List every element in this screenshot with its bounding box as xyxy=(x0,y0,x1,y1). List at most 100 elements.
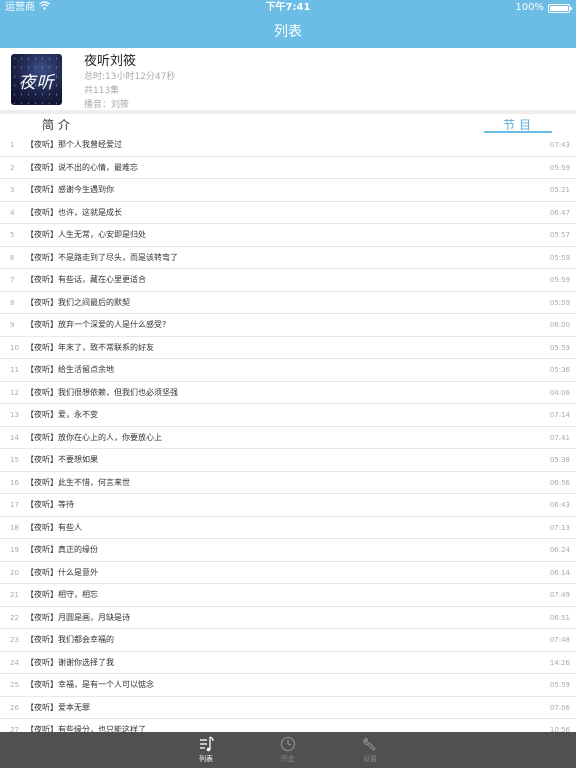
episode-number: 16 xyxy=(10,478,19,487)
episode-duration: 07:06 xyxy=(549,703,570,712)
episode-row[interactable]: 13 【夜听】爱，永不变 07:14 xyxy=(0,404,576,427)
episode-number: 10 xyxy=(10,343,19,352)
episode-row[interactable]: 11 【夜听】给生活留点余地 05:36 xyxy=(0,359,576,382)
album-title: 夜听刘筱 xyxy=(84,54,137,69)
episode-duration: 08:00 xyxy=(549,321,570,329)
episode-number: 11 xyxy=(10,366,19,374)
episode-number: 7 xyxy=(10,276,15,284)
episode-row[interactable]: 9 【夜听】放弃一个深爱的人是什么感受? 08:00 xyxy=(0,314,576,337)
episode-title: 【夜听】什么是意外 xyxy=(26,567,98,577)
album-episode-count: 共113集 xyxy=(84,86,120,96)
tab-active-indicator xyxy=(484,131,552,133)
battery-percent: 100% xyxy=(515,2,544,13)
episode-number: 5 xyxy=(10,231,15,239)
episode-number: 14 xyxy=(10,433,19,442)
episode-duration: 06:51 xyxy=(549,613,570,622)
episode-title: 【夜听】也许，这就是成长 xyxy=(26,207,122,217)
status-time: 下午7:41 xyxy=(265,2,311,13)
episode-title: 【夜听】人生无常，心安即是归处 xyxy=(26,230,146,239)
episode-duration: 10:56 xyxy=(549,726,570,732)
episode-duration: 05:21 xyxy=(549,186,570,194)
episode-duration: 07:14 xyxy=(549,411,570,419)
tab-bar: 列表 历史 设置 xyxy=(0,732,576,768)
episode-title: 【夜听】谢谢你选择了我 xyxy=(26,657,114,667)
episode-duration: 06:56 xyxy=(549,478,570,487)
episode-duration: 05:59 xyxy=(549,163,570,172)
episode-row[interactable]: 1 【夜听】那个人我曾经爱过 07:43 xyxy=(0,134,576,157)
episode-row[interactable]: 3 【夜听】感谢今生遇到你 05:21 xyxy=(0,179,576,202)
episode-row[interactable]: 2 【夜听】说不出的心情，最难忘 05:59 xyxy=(0,157,576,179)
episode-row[interactable]: 27 【夜听】有些缘分，也只能这样了 10:56 xyxy=(0,719,576,732)
episode-row[interactable]: 10 【夜听】年末了，致不常联系的好友 05:59 xyxy=(0,337,576,359)
episode-duration: 07:49 xyxy=(549,591,570,599)
episode-number: 4 xyxy=(10,208,15,217)
episode-number: 21 xyxy=(10,591,19,599)
episode-row[interactable]: 19 【夜听】真正的缘份 06:24 xyxy=(0,539,576,562)
episode-row[interactable]: 24 【夜听】谢谢你选择了我 14:26 xyxy=(0,652,576,674)
episode-number: 19 xyxy=(10,546,19,554)
episode-title: 【夜听】此生不惜，何言来世 xyxy=(26,477,130,487)
episode-row[interactable]: 4 【夜听】也许，这就是成长 06:47 xyxy=(0,202,576,224)
episode-duration: 05:59 xyxy=(549,298,570,307)
episode-row[interactable]: 17 【夜听】等待 06:43 xyxy=(0,494,576,517)
episode-title: 【夜听】爱，永不变 xyxy=(26,410,98,419)
episode-row[interactable]: 7 【夜听】有些话，藏在心里更适合 05:59 xyxy=(0,269,576,292)
episode-row[interactable]: 8 【夜听】我们之间最后的默契 05:59 xyxy=(0,292,576,314)
status-bar: 运营商 下午7:41 100% xyxy=(0,0,576,16)
episode-duration: 04:06 xyxy=(549,388,570,397)
episode-title: 【夜听】感谢今生遇到你 xyxy=(26,185,114,194)
episode-number: 23 xyxy=(10,636,19,644)
episode-duration: 14:26 xyxy=(549,658,570,667)
tabbar-settings[interactable]: 设置 xyxy=(340,734,400,764)
episode-number: 9 xyxy=(10,321,15,329)
episode-number: 3 xyxy=(10,186,15,194)
episode-duration: 07:48 xyxy=(549,636,570,644)
episode-title: 【夜听】那个人我曾经爱过 xyxy=(26,140,122,149)
episode-row[interactable]: 16 【夜听】此生不惜，何言来世 06:56 xyxy=(0,472,576,494)
episode-row[interactable]: 15 【夜听】不要想如果 05:38 xyxy=(0,449,576,472)
episode-duration: 05:36 xyxy=(549,366,570,374)
episode-row[interactable]: 14 【夜听】放你在心上的人，你要放心上 07:41 xyxy=(0,427,576,449)
episode-row[interactable]: 23 【夜听】我们都会幸福的 07:48 xyxy=(0,629,576,652)
episode-number: 1 xyxy=(10,141,15,149)
album-info: 夜听刘筱 总时:13小时12分47秒 共113集 播音：刘筱 xyxy=(84,54,175,112)
episode-title: 【夜听】等待 xyxy=(26,500,74,509)
episode-title: 【夜听】我们很想依赖，但我们也必须坚强 xyxy=(26,387,178,397)
episode-row[interactable]: 26 【夜听】爱本无罪 07:06 xyxy=(0,697,576,719)
episode-title: 【夜听】给生活留点余地 xyxy=(26,365,114,374)
tabbar-settings-label: 设置 xyxy=(363,755,377,763)
episode-row[interactable]: 22 【夜听】月圆是画，月缺是诗 06:51 xyxy=(0,607,576,629)
tabbar-list[interactable]: 列表 xyxy=(176,734,236,764)
tabbar-history-label: 历史 xyxy=(281,755,295,763)
episode-title: 【夜听】我们都会幸福的 xyxy=(26,635,114,644)
episode-duration: 06:14 xyxy=(549,568,570,577)
album-header: 夜听 夜听刘筱 总时:13小时12分47秒 共113集 播音：刘筱 xyxy=(0,48,576,110)
episode-number: 27 xyxy=(10,726,19,732)
episode-title: 【夜听】爱本无罪 xyxy=(26,702,90,712)
episode-row[interactable]: 20 【夜听】什么是意外 06:14 xyxy=(0,562,576,584)
episode-title: 【夜听】不要想如果 xyxy=(26,455,98,464)
episode-row[interactable]: 21 【夜听】相守，相忘 07:49 xyxy=(0,584,576,607)
episode-duration: 05:59 xyxy=(549,681,570,689)
episode-row[interactable]: 6 【夜听】不是路走到了尽头，而是该转弯了 05:59 xyxy=(0,247,576,269)
episode-number: 26 xyxy=(10,703,19,712)
nav-title: 列表 xyxy=(0,16,576,48)
episode-duration: 05:59 xyxy=(549,343,570,352)
episode-title: 【夜听】放你在心上的人，你要放心上 xyxy=(26,432,162,442)
tab-intro[interactable]: 简介 xyxy=(42,116,74,133)
episode-row[interactable]: 18 【夜听】有些人 07:13 xyxy=(0,517,576,539)
episode-row[interactable]: 25 【夜听】幸福，是有一个人可以惦念 05:59 xyxy=(0,674,576,697)
album-cover: 夜听 xyxy=(11,54,62,105)
episode-list[interactable]: 1 【夜听】那个人我曾经爱过 07:43 2 【夜听】说不出的心情，最难忘 05:59 3 【… xyxy=(0,134,576,732)
tabbar-history[interactable]: 历史 xyxy=(258,734,318,764)
music-list-icon xyxy=(176,734,236,754)
status-right: 100% xyxy=(515,0,572,16)
episode-title: 【夜听】我们之间最后的默契 xyxy=(26,297,130,307)
episode-title: 【夜听】月圆是画，月缺是诗 xyxy=(26,612,130,622)
episode-duration: 07:43 xyxy=(549,141,570,149)
episode-title: 【夜听】有些缘分，也只能这样了 xyxy=(26,725,146,732)
episode-row[interactable]: 12 【夜听】我们很想依赖，但我们也必须坚强 04:06 xyxy=(0,382,576,404)
episode-number: 20 xyxy=(10,568,19,577)
episode-row[interactable]: 5 【夜听】人生无常，心安即是归处 05:57 xyxy=(0,224,576,247)
episode-number: 22 xyxy=(10,613,19,622)
